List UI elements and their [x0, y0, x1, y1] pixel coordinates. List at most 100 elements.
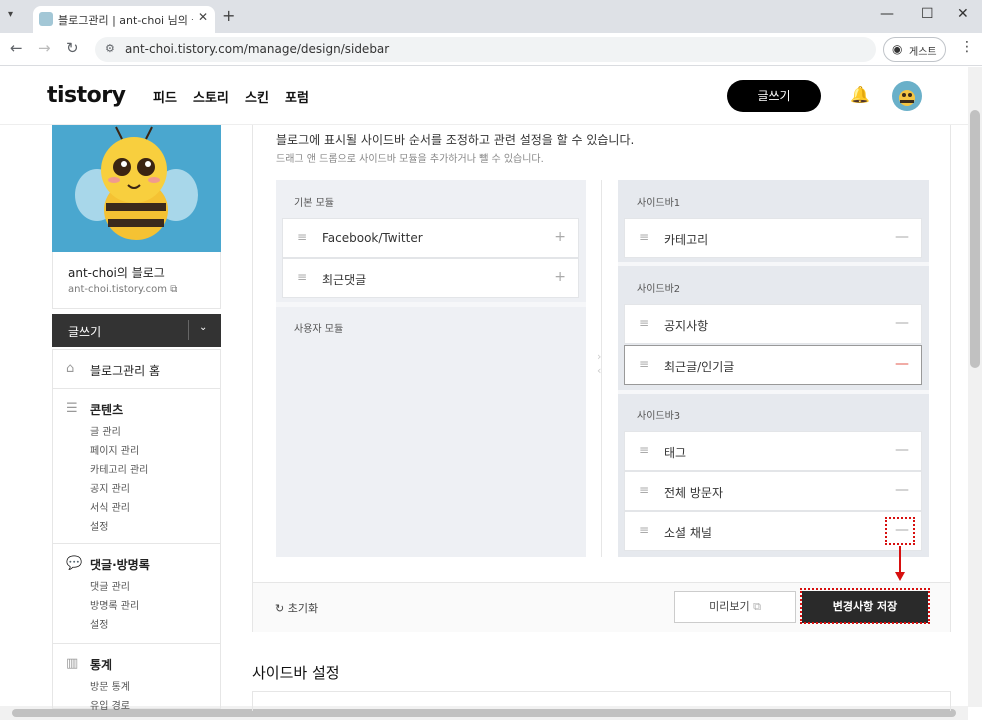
header-write-button[interactable]: 글쓰기 [727, 80, 821, 112]
preview-button[interactable]: 미리보기 ⧉ [674, 591, 796, 623]
site-header: tistory 피드 스토리 스킨 포럼 글쓰기 🔔 [0, 67, 968, 125]
sidebar2-module-notice[interactable]: ≡ 공지사항 — [624, 304, 922, 344]
forward-icon[interactable]: → [38, 39, 51, 57]
remove-module-icon[interactable]: — [895, 482, 909, 498]
sidebar-write-button[interactable]: 글쓰기 ⌄ [52, 314, 221, 347]
user-avatar[interactable] [892, 81, 922, 111]
comment-icon: 💬 [66, 556, 83, 571]
more-menu-icon[interactable]: ⋮ [960, 39, 974, 55]
module-label: 최근댓글 [322, 273, 367, 287]
module-facebook-twitter[interactable]: ≡ Facebook/Twitter + [282, 218, 579, 258]
nav-story[interactable]: 스토리 [193, 87, 229, 106]
move-arrows-icon: › ‹ [597, 350, 602, 377]
module-label: 카테고리 [664, 233, 709, 247]
blog-url-link[interactable]: ant-choi.tistory.com ⧉ [68, 284, 177, 295]
blog-profile-image[interactable] [52, 125, 221, 252]
add-module-icon[interactable]: + [554, 269, 566, 285]
sidebar-item-post-manage[interactable]: 글 관리 [90, 423, 121, 438]
site-info-icon[interactable]: ⚙ [105, 42, 115, 55]
sidebar-item-guestbook-manage[interactable]: 방명록 관리 [90, 597, 139, 612]
basic-modules-label: 기본 모듈 [294, 198, 334, 209]
drag-handle-icon[interactable]: ≡ [639, 443, 649, 457]
sidebar-item-category-manage[interactable]: 카테고리 관리 [90, 461, 148, 476]
sidebar-menu: ⌂ 블로그관리 홈 ☰ 콘텐츠 글 관리 페이지 관리 카테고리 관리 공지 관… [52, 349, 221, 712]
module-label: 공지사항 [664, 319, 709, 333]
tab-title: 블로그관리 | ant-choi 님의 블로그 [58, 14, 193, 27]
drag-handle-icon[interactable]: ≡ [639, 316, 649, 330]
nav-skin[interactable]: 스킨 [245, 87, 269, 106]
remove-social-channel-highlight [885, 517, 915, 545]
save-button-highlight [800, 588, 930, 624]
favicon-icon [39, 12, 53, 26]
module-label: 전체 방문자 [664, 486, 724, 500]
sidebar-item-comment-manage[interactable]: 댓글 관리 [90, 578, 130, 593]
sidebar-item-page-manage[interactable]: 페이지 관리 [90, 442, 139, 457]
nav-forum[interactable]: 포럼 [285, 87, 309, 106]
back-icon[interactable]: ← [10, 39, 23, 57]
tistory-logo[interactable]: tistory [47, 83, 126, 108]
sidebar-item-visit-stats[interactable]: 방문 통계 [90, 678, 130, 693]
close-window-icon[interactable]: ✕ [957, 6, 969, 22]
drag-handle-icon[interactable]: ≡ [639, 357, 649, 371]
remove-module-icon[interactable]: — [895, 442, 909, 458]
sidebar-item-template-manage[interactable]: 서식 관리 [90, 499, 130, 514]
sidebar3-module-tag[interactable]: ≡ 태그 — [624, 431, 922, 471]
remove-module-icon[interactable]: — [895, 356, 909, 372]
home-icon: ⌂ [66, 361, 75, 376]
minimize-icon[interactable]: — [880, 6, 894, 22]
drag-handle-icon[interactable]: ≡ [639, 230, 649, 244]
sidebar1-module-category[interactable]: ≡ 카테고리 — [624, 218, 922, 258]
browser-tab-bar: ▾ 블로그관리 | ant-choi 님의 블로그 ✕ + — ☐ ✕ [0, 0, 982, 33]
close-tab-icon[interactable]: ✕ [198, 10, 208, 24]
sidebar-item-home[interactable]: 블로그관리 홈 [90, 362, 160, 379]
sidebar-group-separator [618, 262, 929, 266]
sidebar-item-stats[interactable]: 통계 [90, 656, 112, 673]
tab-search-icon[interactable]: ▾ [8, 9, 13, 20]
module-group-separator [276, 302, 586, 307]
guest-profile-button[interactable]: ◉ 게스트 [883, 37, 946, 62]
profile-icon: ◉ [892, 42, 903, 56]
drag-handle-icon[interactable]: ≡ [639, 483, 649, 497]
sidebar3-label: 사이드바3 [637, 411, 681, 422]
module-recent-comments[interactable]: ≡ 최근댓글 + [282, 258, 579, 298]
module-pool: 기본 모듈 ≡ Facebook/Twitter + ≡ 최근댓글 + 사용자 … [276, 180, 586, 557]
user-modules-label: 사용자 모듈 [294, 324, 344, 335]
drag-handle-icon[interactable]: ≡ [639, 523, 649, 537]
remove-module-icon[interactable]: — [895, 229, 909, 245]
add-module-icon[interactable]: + [554, 229, 566, 245]
notification-bell-icon[interactable]: 🔔 [850, 85, 870, 104]
url-text: ant-choi.tistory.com/manage/design/sideb… [125, 42, 390, 56]
sidebar-item-referrer[interactable]: 유입 경로 [90, 697, 130, 712]
sidebar3-module-total-visitors[interactable]: ≡ 전체 방문자 — [624, 471, 922, 511]
sidebar-item-notice-manage[interactable]: 공지 관리 [90, 480, 130, 495]
new-tab-icon[interactable]: + [222, 6, 235, 25]
remove-module-icon[interactable]: — [895, 315, 909, 331]
module-label: 태그 [664, 446, 687, 460]
sidebar2-module-recent-popular[interactable]: ≡ 최근글/인기글 — [624, 345, 922, 385]
sidebar-item-comments-settings[interactable]: 설정 [90, 616, 108, 631]
reset-icon: ↻ [275, 602, 285, 615]
reload-icon[interactable]: ↻ [66, 39, 79, 57]
reset-label: 초기화 [287, 602, 319, 615]
drag-handle-icon[interactable]: ≡ [297, 270, 307, 284]
sidebar2-label: 사이드바2 [637, 284, 681, 295]
browser-tab[interactable]: 블로그관리 | ant-choi 님의 블로그 ✕ [33, 6, 215, 33]
chevron-down-icon[interactable]: ⌄ [199, 322, 207, 333]
address-bar[interactable]: ⚙ ant-choi.tistory.com/manage/design/sid… [95, 37, 876, 62]
sidebar-item-contents[interactable]: 콘텐츠 [90, 401, 123, 418]
drag-handle-icon[interactable]: ≡ [297, 230, 307, 244]
vertical-scroll-thumb[interactable] [970, 110, 980, 368]
maximize-icon[interactable]: ☐ [921, 6, 934, 22]
blog-name[interactable]: ant-choi의 블로그 [68, 264, 165, 281]
bar-chart-icon: ▥ [66, 656, 79, 671]
sidebar-item-comments[interactable]: 댓글·방명록 [90, 556, 150, 573]
red-arrow-annotation [895, 546, 905, 581]
sidebar3-module-social-channel[interactable]: ≡ 소셜 채널 — [624, 511, 922, 551]
document-icon: ☰ [66, 401, 78, 416]
write-button-divider [188, 320, 189, 340]
sidebar-item-contents-settings[interactable]: 설정 [90, 518, 108, 533]
guest-label: 게스트 [909, 47, 937, 58]
nav-feed[interactable]: 피드 [153, 87, 177, 106]
sidebar1-label: 사이드바1 [637, 198, 681, 209]
reset-button[interactable]: ↻ 초기화 [275, 600, 318, 616]
